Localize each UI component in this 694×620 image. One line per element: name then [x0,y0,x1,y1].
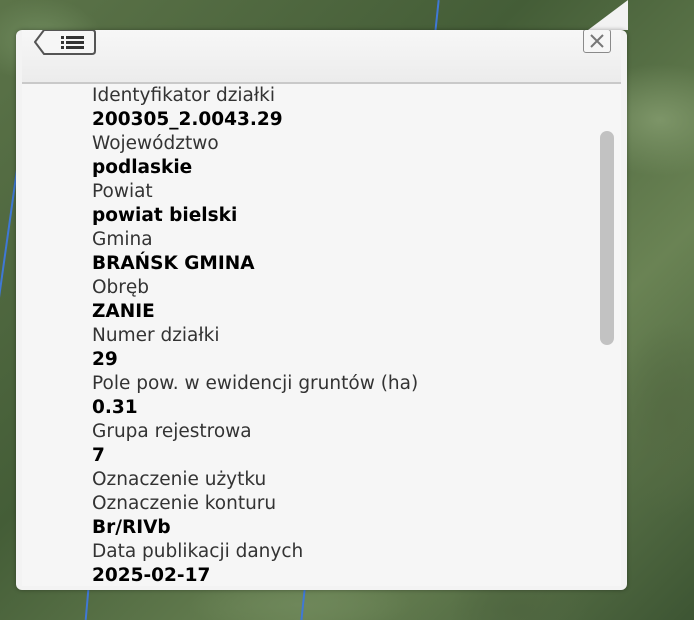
field-value-voivodeship: podlaskie [92,157,193,178]
close-button[interactable] [583,30,611,53]
field-label-area: Pole pow. w ewidencji gruntów (ha) [92,373,419,394]
scrollbar-track[interactable] [597,84,615,586]
field-value-precinct: ZANIE [92,301,155,322]
field-value-register-group: 7 [92,445,105,466]
field-label-parcel-id: Identyfikator działki [92,85,275,106]
close-icon [590,34,604,48]
field-label-precinct: Obręb [92,277,150,298]
field-label-publication-date: Data publikacji danych [92,541,304,562]
field-label-parcel-number: Numer działki [92,325,220,346]
field-value-contour: Br/RIVb [92,517,171,538]
field-label-commune: Gmina [92,229,153,250]
field-value-parcel-number: 29 [92,349,118,370]
back-to-list-button[interactable] [33,30,96,55]
field-value-parcel-id: 200305_2.0043.29 [92,109,283,130]
field-label-voivodeship: Województwo [92,133,219,154]
field-label-contour: Oznaczenie konturu [92,493,277,514]
field-label-county: Powiat [92,181,153,202]
field-value-commune: BRAŃSK GMINA [92,253,255,274]
field-label-land-use: Oznaczenie użytku [92,469,267,490]
scrollbar-thumb[interactable] [600,131,614,345]
field-value-publication-date: 2025-02-17 [92,565,211,586]
parcel-info-popup: Identyfikator działki 200305_2.0043.29 W… [16,30,627,590]
field-value-county: powiat bielski [92,205,238,226]
attribute-rows: Identyfikator działki 200305_2.0043.29 W… [92,84,418,586]
back-list-icon [33,30,96,55]
attribute-list[interactable]: Identyfikator działki 200305_2.0043.29 W… [22,84,621,586]
field-value-area: 0.31 [92,397,138,418]
field-label-register-group: Grupa rejestrowa [92,421,252,442]
popup-header [22,30,621,84]
